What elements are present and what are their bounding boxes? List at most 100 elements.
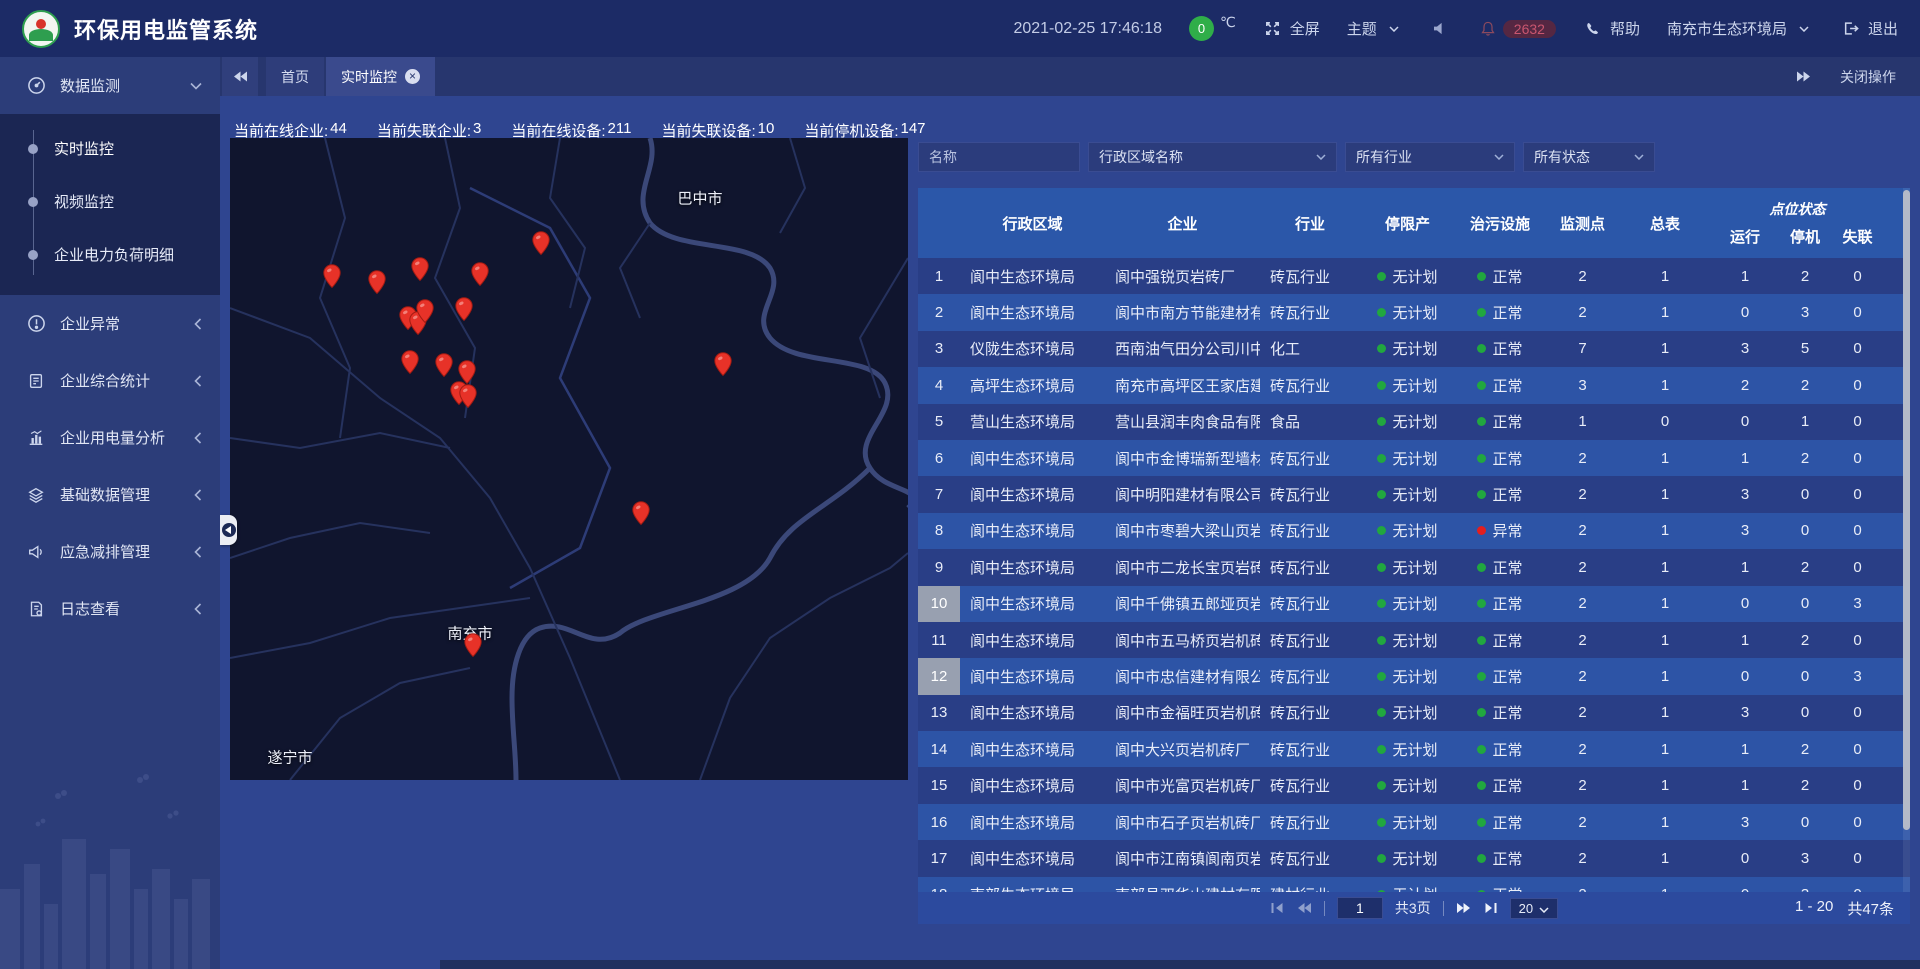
sidebar-item-emergency-reduction[interactable]: 应急减排管理 bbox=[0, 523, 220, 580]
tab-realtime-monitoring[interactable]: 实时监控× bbox=[326, 57, 435, 96]
table-row[interactable]: 12阆中生态环境局阆中市忠信建材有限公砖瓦行业无计划正常21003 bbox=[918, 658, 1910, 694]
table-row[interactable]: 8阆中生态环境局阆中市枣碧大梁山页岩砖瓦行业无计划异常21300 bbox=[918, 513, 1910, 549]
cell-meters: 1 bbox=[1620, 331, 1710, 367]
sidebar-item-label: 基础数据管理 bbox=[60, 484, 150, 505]
fullscreen-button[interactable]: 全屏 bbox=[1263, 18, 1320, 39]
map-pin-icon[interactable] bbox=[416, 299, 435, 324]
map-pin-icon[interactable] bbox=[459, 384, 478, 409]
table-row[interactable]: 18南部生态环境局南部县双华山建材有限建材行业无计划正常21030 bbox=[918, 877, 1910, 892]
map-pin-icon[interactable] bbox=[464, 633, 483, 658]
cell-points: 2 bbox=[1545, 440, 1620, 476]
cell-running: 3 bbox=[1710, 804, 1780, 840]
row-index: 9 bbox=[918, 549, 960, 585]
layers-icon bbox=[26, 485, 46, 505]
sidebar-subitem-power-load-detail[interactable]: 企业电力负荷明细 bbox=[0, 228, 220, 281]
table-row[interactable]: 4高坪生态环境局南充市高坪区王家店建砖瓦行业无计划正常31220 bbox=[918, 367, 1910, 403]
theme-menu-button[interactable]: 主题 bbox=[1347, 18, 1404, 39]
status-dot bbox=[1477, 526, 1486, 535]
org-menu-button[interactable]: 南充市生态环境局 bbox=[1667, 18, 1814, 39]
table-row[interactable]: 14阆中生态环境局阆中大兴页岩机砖厂砖瓦行业无计划正常21120 bbox=[918, 731, 1910, 767]
table-row[interactable]: 6阆中生态环境局阆中市金博瑞新型墙材砖瓦行业无计划正常21120 bbox=[918, 440, 1910, 476]
status-dot bbox=[1377, 636, 1386, 645]
map-pin-icon[interactable] bbox=[632, 501, 651, 526]
close-operations-button[interactable]: 关闭操作 bbox=[1840, 67, 1896, 87]
cell-points: 2 bbox=[1545, 622, 1620, 658]
sidebar-item-data-monitoring[interactable]: 数据监测 bbox=[0, 57, 220, 114]
map-panel[interactable]: 巴中市南充市遂宁市 bbox=[230, 138, 908, 780]
table-row[interactable]: 5营山生态环境局营山县润丰肉食品有限食品无计划正常10010 bbox=[918, 404, 1910, 440]
map-pin-icon[interactable] bbox=[532, 231, 551, 256]
cell-stopped: 2 bbox=[1780, 731, 1830, 767]
table-row[interactable]: 16阆中生态环境局阆中市石子页岩机砖厂砖瓦行业无计划正常21300 bbox=[918, 804, 1910, 840]
cell-limit-status: 无计划 bbox=[1360, 840, 1455, 876]
table-scrollbar-thumb[interactable] bbox=[1903, 190, 1910, 830]
table-row[interactable]: 9阆中生态环境局阆中市二龙长宝页岩砖砖瓦行业无计划正常21120 bbox=[918, 549, 1910, 585]
help-button[interactable]: 帮助 bbox=[1583, 18, 1640, 39]
sidebar-item-enterprise-abnormal[interactable]: 企业异常 bbox=[0, 295, 220, 352]
status-dot bbox=[1377, 381, 1386, 390]
name-filter-input[interactable] bbox=[918, 142, 1080, 172]
map-pin-icon[interactable] bbox=[435, 353, 454, 378]
cell-stopped: 1 bbox=[1780, 404, 1830, 440]
tab-close-icon[interactable]: × bbox=[405, 69, 420, 84]
sidebar-subitem-realtime-monitoring[interactable]: 实时监控 bbox=[0, 122, 220, 175]
table-row[interactable]: 1阆中生态环境局阆中强锐页岩砖厂砖瓦行业无计划正常21120 bbox=[918, 258, 1910, 294]
map-pin-icon[interactable] bbox=[401, 350, 420, 375]
cell-limit-status: 无计划 bbox=[1360, 331, 1455, 367]
cell-region: 阆中生态环境局 bbox=[960, 549, 1105, 585]
cell-meters: 1 bbox=[1620, 840, 1710, 876]
status-dot bbox=[1477, 344, 1486, 353]
table-row[interactable]: 13阆中生态环境局阆中市金福旺页岩机砖砖瓦行业无计划正常21300 bbox=[918, 695, 1910, 731]
region-filter-select[interactable]: 行政区域名称 bbox=[1088, 142, 1337, 172]
logout-button[interactable]: 退出 bbox=[1841, 18, 1898, 39]
cell-facility-status: 异常 bbox=[1455, 513, 1545, 549]
table-row[interactable]: 11阆中生态环境局阆中市五马桥页岩机砖砖瓦行业无计划正常21120 bbox=[918, 622, 1910, 658]
page-size-select[interactable]: 20 bbox=[1510, 898, 1558, 919]
cell-limit-status: 无计划 bbox=[1360, 404, 1455, 440]
map-pin-icon[interactable] bbox=[323, 264, 342, 289]
map-pin-icon[interactable] bbox=[714, 352, 733, 377]
cell-stopped: 5 bbox=[1780, 331, 1830, 367]
table-row[interactable]: 7阆中生态环境局阆中明阳建材有限公司砖瓦行业无计划正常21300 bbox=[918, 476, 1910, 512]
table-row[interactable]: 10阆中生态环境局阆中千佛镇五郎垭页岩砖瓦行业无计划正常21003 bbox=[918, 586, 1910, 622]
status-dot bbox=[1477, 854, 1486, 863]
sidebar-subitem-video-monitoring[interactable]: 视频监控 bbox=[0, 175, 220, 228]
prev-page-button[interactable] bbox=[1296, 902, 1312, 914]
tabs-scroll-right-button[interactable] bbox=[1796, 70, 1812, 83]
sidebar-item-log-view[interactable]: 日志查看 bbox=[0, 580, 220, 637]
sidebar-item-enterprise-statistics[interactable]: 企业综合统计 bbox=[0, 352, 220, 409]
first-page-button[interactable] bbox=[1270, 902, 1284, 914]
cell-running: 1 bbox=[1710, 549, 1780, 585]
column-header: 行政区域 bbox=[960, 188, 1105, 258]
sidebar-item-base-data-management[interactable]: 基础数据管理 bbox=[0, 466, 220, 523]
table-row[interactable]: 15阆中生态环境局阆中市光富页岩机砖厂砖瓦行业无计划正常21120 bbox=[918, 767, 1910, 803]
cell-offline: 0 bbox=[1830, 549, 1885, 585]
map-pin-icon[interactable] bbox=[368, 270, 387, 295]
last-page-button[interactable] bbox=[1484, 902, 1498, 914]
tabs-scroll-left-button[interactable] bbox=[222, 57, 258, 96]
industry-filter-select[interactable]: 所有行业 bbox=[1345, 142, 1515, 172]
notifications-button[interactable]: 2632 bbox=[1478, 19, 1556, 39]
page-number-input[interactable] bbox=[1337, 897, 1383, 919]
status-filter-select[interactable]: 所有状态 bbox=[1523, 142, 1655, 172]
sound-button[interactable] bbox=[1431, 19, 1451, 39]
table-row[interactable]: 2阆中生态环境局阆中市南方节能建材有砖瓦行业无计划正常21030 bbox=[918, 294, 1910, 330]
table-row[interactable]: 17阆中生态环境局阆中市江南镇阆南页岩砖瓦行业无计划正常21030 bbox=[918, 840, 1910, 876]
column-header: 治污设施 bbox=[1455, 188, 1545, 258]
row-index: 4 bbox=[918, 367, 960, 403]
tab-home[interactable]: 首页 bbox=[266, 57, 324, 96]
cell-offline: 0 bbox=[1830, 331, 1885, 367]
content-area: 当前在线企业: 44当前失联企业: 3当前在线设备: 211当前失联设备: 10… bbox=[220, 96, 1920, 969]
chevron-left-icon bbox=[194, 546, 202, 558]
chevron-left-icon bbox=[194, 489, 202, 501]
row-index: 16 bbox=[918, 804, 960, 840]
map-pin-icon[interactable] bbox=[471, 262, 490, 287]
map-pin-icon[interactable] bbox=[455, 297, 474, 322]
next-page-button[interactable] bbox=[1456, 902, 1472, 914]
map-pin-icon[interactable] bbox=[411, 257, 430, 282]
sidebar-collapse-handle[interactable] bbox=[220, 515, 237, 545]
table-row[interactable]: 3仪陇生态环境局西南油气田分公司川中化工无计划正常71350 bbox=[918, 331, 1910, 367]
status-dot bbox=[1477, 454, 1486, 463]
bell-icon bbox=[1478, 19, 1498, 39]
sidebar-item-power-usage-analysis[interactable]: 企业用电量分析 bbox=[0, 409, 220, 466]
